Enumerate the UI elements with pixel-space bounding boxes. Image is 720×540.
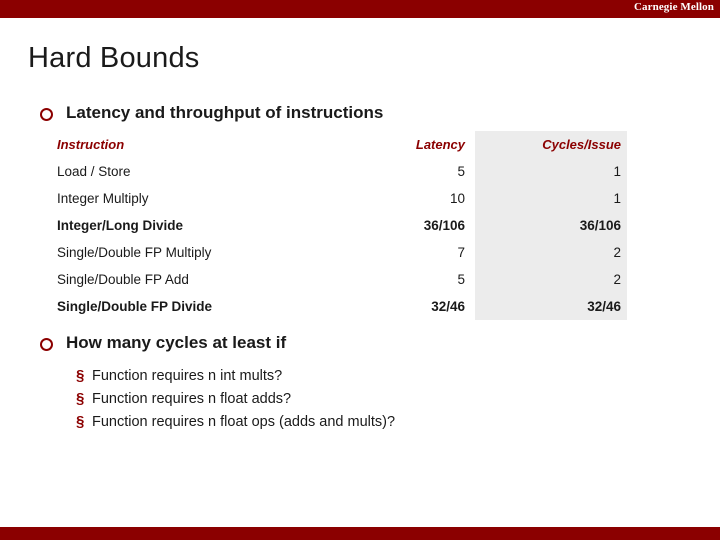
cell-cycles: 2 — [475, 266, 627, 293]
top-banner: Carnegie Mellon — [0, 0, 720, 18]
cell-cycles: 36/106 — [475, 212, 627, 239]
bullet-label: Latency and throughput of instructions — [66, 103, 384, 122]
list-item-label: Function requires n float adds? — [92, 391, 292, 407]
ring-bullet-icon — [40, 108, 53, 121]
cell-instruction: Integer Multiply — [57, 191, 149, 206]
cell-latency: 5 — [457, 272, 466, 287]
table-row: Single/Double FP Divide 32/46 32/46 — [57, 293, 627, 320]
table-header-row: Instruction Latency Cycles/Issue — [57, 131, 627, 158]
cell-cycles: 1 — [475, 158, 627, 185]
column-header-latency: Latency — [415, 137, 466, 152]
section-marker-icon: § — [76, 390, 85, 407]
section-marker-icon: § — [76, 367, 85, 384]
table-row: Single/Double FP Add 5 2 — [57, 266, 627, 293]
cell-instruction: Load / Store — [57, 164, 131, 179]
bullet-how-many-cycles: How many cycles at least if — [40, 333, 286, 353]
page-title: Hard Bounds — [28, 42, 200, 74]
cell-instruction: Single/Double FP Multiply — [57, 245, 212, 260]
table-row: Single/Double FP Multiply 7 2 — [57, 239, 627, 266]
ring-bullet-icon — [40, 338, 53, 351]
cell-instruction: Integer/Long Divide — [57, 218, 184, 233]
cell-cycles: 32/46 — [475, 293, 627, 320]
sub-bullet-list: § Function requires n int mults? § Funct… — [76, 368, 676, 437]
cell-latency: 5 — [457, 164, 466, 179]
list-item: § Function requires n float adds? — [76, 391, 676, 407]
column-header-cycles: Cycles/Issue — [475, 131, 627, 158]
table-row: Integer Multiply 10 1 — [57, 185, 627, 212]
bullet-latency-throughput: Latency and throughput of instructions — [40, 103, 383, 123]
cell-instruction: Single/Double FP Add — [57, 272, 189, 287]
list-item: § Function requires n float ops (adds an… — [76, 414, 676, 430]
cell-latency: 36/106 — [423, 218, 466, 233]
bullet-label: How many cycles at least if — [66, 333, 287, 352]
cell-cycles: 2 — [475, 239, 627, 266]
cell-latency: 32/46 — [431, 299, 466, 314]
bottom-banner — [0, 527, 720, 540]
cell-instruction: Single/Double FP Divide — [57, 299, 213, 314]
cell-latency: 7 — [457, 245, 466, 260]
list-item: § Function requires n int mults? — [76, 368, 676, 384]
table-row: Integer/Long Divide 36/106 36/106 — [57, 212, 627, 239]
table-row: Load / Store 5 1 — [57, 158, 627, 185]
institution-label: Carnegie Mellon — [633, 1, 714, 13]
cell-latency: 10 — [450, 191, 466, 206]
list-item-label: Function requires n float ops (adds and … — [92, 414, 396, 430]
instruction-table-container: Instruction Latency Cycles/Issue Load / … — [57, 131, 627, 320]
list-item-label: Function requires n int mults? — [92, 368, 283, 384]
cell-cycles: 1 — [475, 185, 627, 212]
section-marker-icon: § — [76, 413, 85, 430]
instruction-table: Instruction Latency Cycles/Issue Load / … — [57, 131, 627, 320]
column-header-instruction: Instruction — [57, 137, 125, 152]
